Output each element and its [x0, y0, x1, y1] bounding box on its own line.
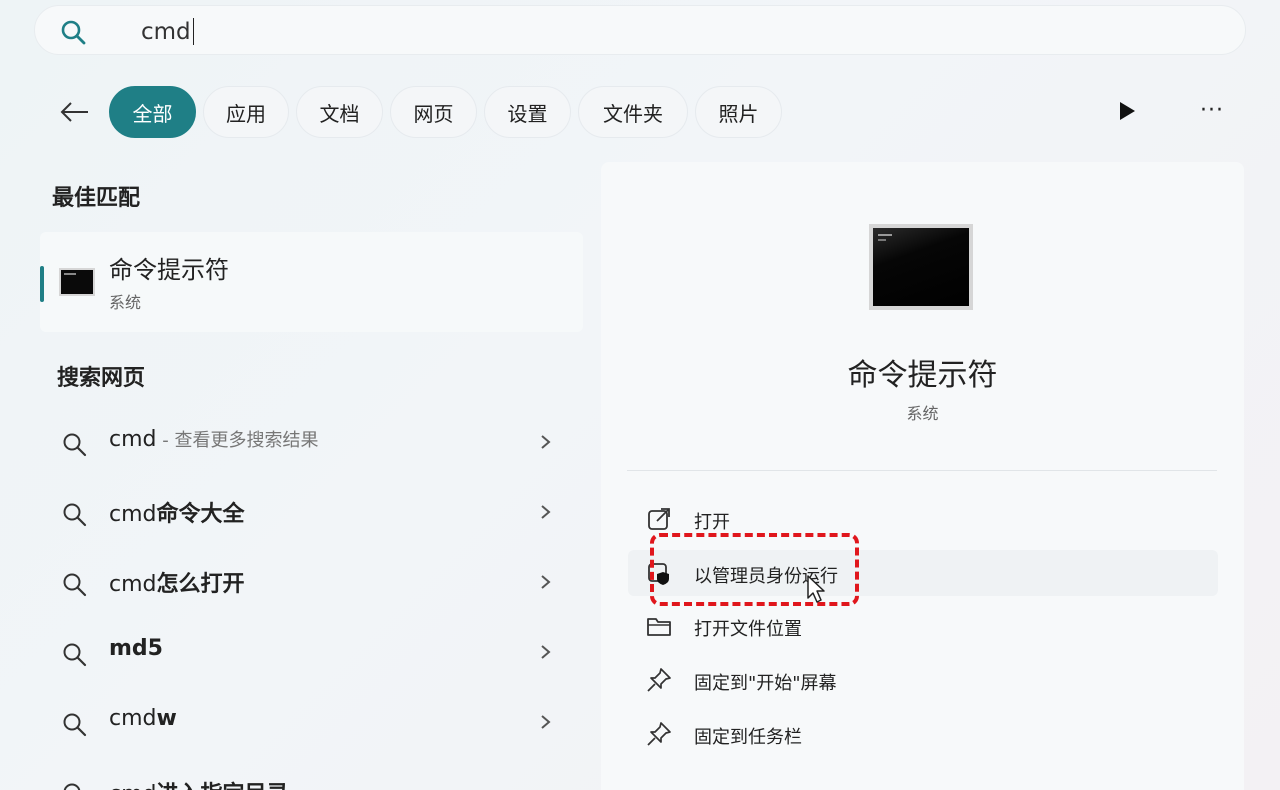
- search-icon: [61, 20, 86, 45]
- selection-indicator: [40, 266, 44, 302]
- detail-panel: 命令提示符 系统 打开 以管理员身份运行 打开文件位置 固定到"开始"屏幕 固定…: [601, 162, 1244, 790]
- web-search-item[interactable]: cmdw: [60, 702, 560, 742]
- action-label: 打开: [694, 512, 730, 533]
- best-match-name: 命令提示符: [109, 256, 229, 284]
- web-search-item[interactable]: md5: [60, 632, 560, 672]
- command-prompt-icon: [869, 224, 973, 310]
- search-icon: [63, 433, 87, 457]
- action-label: 固定到任务栏: [694, 727, 802, 748]
- chevron-right-icon: [541, 505, 551, 519]
- detail-app-type: 系统: [906, 404, 939, 423]
- query-suffix: - 查看更多搜索结果: [156, 430, 319, 451]
- command-prompt-icon: [59, 268, 95, 296]
- search-query: cmd: [141, 18, 191, 45]
- filter-tab-folders[interactable]: 文件夹: [578, 86, 688, 138]
- web-search-heading: 搜索网页: [57, 366, 146, 391]
- search-input[interactable]: cmd: [141, 18, 195, 45]
- web-search-item[interactable]: cmd - 查看更多搜索结果: [60, 422, 560, 462]
- filter-tab-apps[interactable]: 应用: [203, 86, 289, 138]
- pin-icon: [647, 668, 671, 692]
- query-completion: 命令大全: [156, 502, 245, 527]
- best-match-heading: 最佳匹配: [52, 186, 141, 211]
- filter-tab-all[interactable]: 全部: [109, 86, 196, 138]
- query-completion: md5: [109, 636, 163, 661]
- action-label: 固定到"开始"屏幕: [694, 673, 837, 694]
- query-completion: 进入指定目录: [157, 782, 289, 790]
- filter-tab-web[interactable]: 网页: [390, 86, 477, 138]
- filter-tab-documents[interactable]: 文档: [296, 86, 383, 138]
- filter-tab-settings[interactable]: 设置: [484, 86, 571, 138]
- search-bar[interactable]: cmd: [34, 5, 1246, 55]
- text-caret: [192, 18, 195, 45]
- chevron-right-icon: [541, 435, 551, 449]
- action-pin-to-taskbar[interactable]: 固定到任务栏: [628, 711, 1218, 757]
- query-prefix: cmd: [109, 427, 157, 452]
- search-icon: [63, 713, 87, 737]
- search-icon: [63, 503, 87, 527]
- query-completion: w: [156, 706, 177, 731]
- search-icon: [63, 573, 87, 597]
- web-search-item[interactable]: cmd进入指定目录: [60, 772, 560, 790]
- pin-icon: [647, 722, 671, 746]
- best-match-result[interactable]: 命令提示符 系统: [40, 232, 583, 332]
- search-icon: [63, 783, 81, 790]
- filter-tab-photos[interactable]: 照片: [695, 86, 782, 138]
- chevron-right-icon: [541, 645, 551, 659]
- divider: [627, 470, 1217, 471]
- action-pin-to-start[interactable]: 固定到"开始"屏幕: [628, 657, 1218, 703]
- action-label: 打开文件位置: [694, 619, 802, 640]
- query-prefix: cmd: [109, 706, 157, 731]
- query-prefix: cmd: [109, 502, 157, 527]
- action-open-file-location[interactable]: 打开文件位置: [628, 603, 1218, 649]
- best-match-type: 系统: [109, 293, 142, 312]
- query-completion: 怎么打开: [156, 572, 245, 597]
- chevron-right-icon: [541, 715, 551, 729]
- mouse-cursor-icon: [807, 575, 825, 603]
- more-options-button[interactable]: ···: [1200, 98, 1232, 124]
- chevron-right-icon: [541, 575, 551, 589]
- detail-app-name: 命令提示符: [847, 358, 998, 393]
- play-icon[interactable]: [1116, 100, 1138, 122]
- search-icon: [63, 643, 87, 667]
- open-external-icon: [648, 508, 670, 530]
- query-prefix: cmd: [109, 572, 157, 597]
- back-arrow-icon[interactable]: [56, 94, 92, 130]
- folder-icon: [647, 618, 671, 636]
- query-prefix: cmd: [109, 782, 157, 790]
- web-search-item[interactable]: cmd怎么打开: [60, 562, 560, 602]
- web-search-item[interactable]: cmd命令大全: [60, 492, 560, 532]
